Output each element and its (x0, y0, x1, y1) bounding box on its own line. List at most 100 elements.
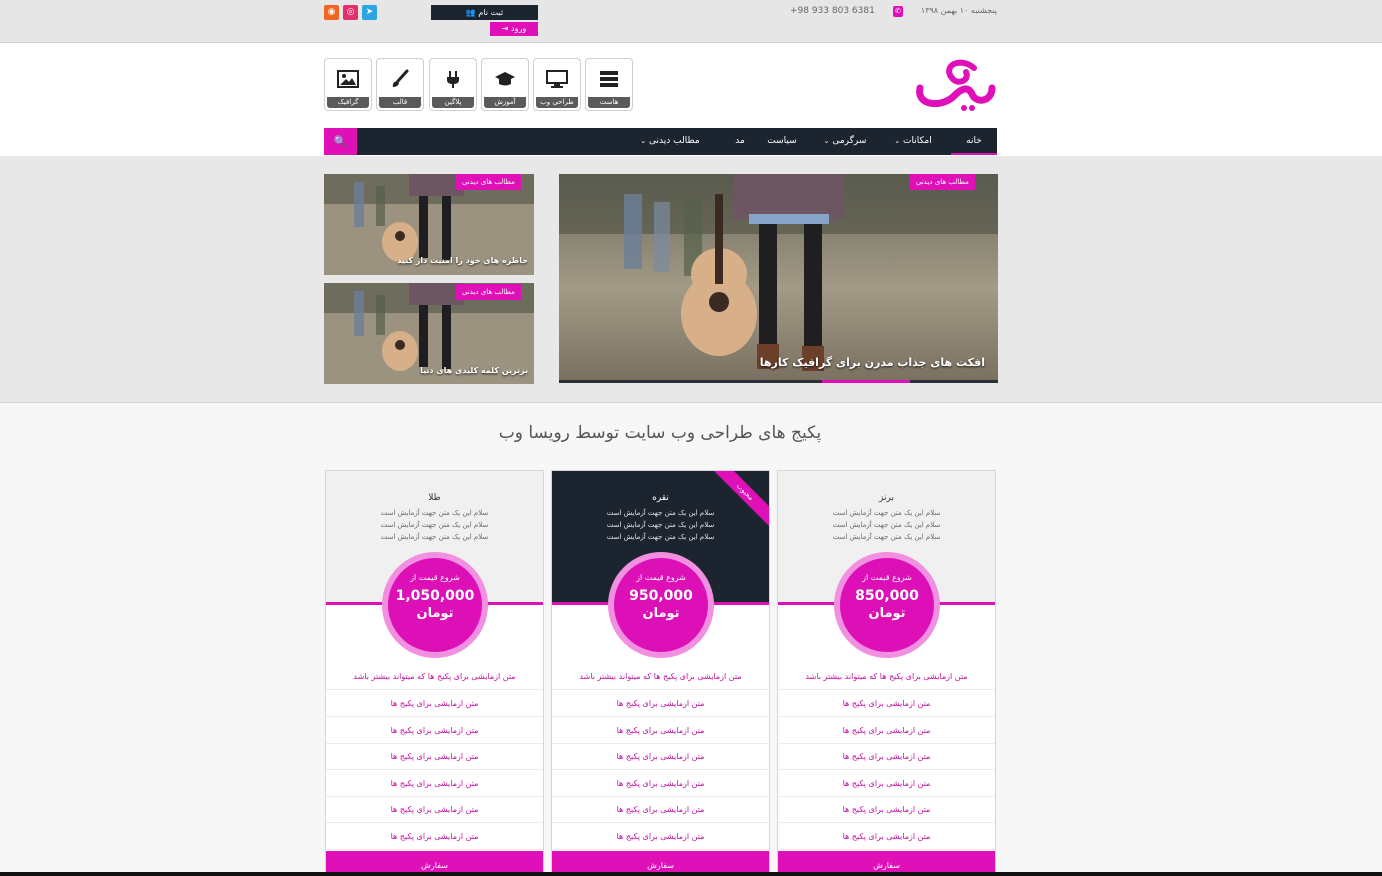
search-icon: 🔍 (333, 135, 348, 148)
instagram-icon[interactable]: ◎ (343, 5, 358, 20)
monitor-icon (534, 65, 580, 93)
plan-price: 850,000 (855, 588, 919, 604)
price-from-label: شروع قیمت از (862, 573, 912, 582)
plan-price: 950,000 (629, 588, 693, 604)
featured-side-caption[interactable]: خاطره های خود را امنیت دار کنید (330, 256, 528, 265)
top-bar (0, 0, 1382, 43)
plan-feature: متن ازمایشی برای پکیج ها (552, 744, 769, 770)
popular-ribbon: محبوب (707, 471, 769, 533)
popular-label: محبوب (707, 471, 769, 533)
featured-side-badge[interactable]: مطالب های دیدنی (456, 174, 521, 190)
login-button[interactable]: ⇥ ورود (490, 22, 538, 36)
register-label: ثبت نام (478, 8, 504, 17)
featured-main-caption[interactable]: افکت های جذاب مدرن برای گرافیک کارها (720, 356, 985, 369)
plan-feature: متن ازمایشی برای پکیج ها (552, 691, 769, 717)
image-icon (325, 65, 371, 93)
graduation-cap-icon (482, 65, 528, 93)
featured-side-caption[interactable]: برترین کلمه کلیدی های دنیا (330, 366, 528, 375)
plan-name: طلا (428, 493, 441, 503)
pricing-plan: نقره سلام این یک متن جهت آزمایش است سلام ا… (551, 470, 770, 876)
plan-name: برنز (879, 493, 894, 503)
price-from-label: شروع قیمت از (636, 573, 686, 582)
chevron-down-icon: ⌄ (823, 137, 830, 145)
price-currency: تومان (868, 606, 906, 621)
plan-feature: متن ازمایشی برای پکیج ها (778, 718, 995, 744)
nav-item-5[interactable]: مطالب دیدنی ⌄ (628, 128, 712, 155)
nav-label: مطالب دیدنی (649, 136, 700, 146)
plan-price: 1,050,000 (395, 588, 475, 604)
plan-feature: متن ازمایشی برای پکیج ها (778, 691, 995, 717)
category-label: هاست (588, 97, 630, 108)
featured-main-post[interactable] (559, 174, 998, 383)
price-currency: تومان (642, 606, 680, 621)
featured-side-badge[interactable]: مطالب های دیدنی (456, 284, 521, 300)
plan-feature: متن ازمایشی برای پکیج ها (552, 824, 769, 850)
category-plug[interactable]: پلاگین (429, 58, 477, 111)
plan-feature: متن ازمایشی برای پکیج ها که میتواند بیشت… (552, 664, 769, 690)
pricing-plan: برنز سلام این یک متن جهت آزمایش است سلام ا… (777, 470, 996, 876)
price-badge: شروع قیمت از 850,000 تومان (840, 558, 934, 652)
server-icon (586, 65, 632, 93)
price-badge: شروع قیمت از 1,050,000 تومان (388, 558, 482, 652)
category-label: قالب (379, 97, 421, 108)
register-button[interactable]: 👥 ثبت نام (431, 5, 538, 20)
plan-feature: متن ازمایشی برای پکیج ها (326, 824, 543, 850)
slider-progress-active[interactable] (822, 380, 910, 383)
user-plus-icon: 👥 (465, 8, 479, 17)
plan-desc: سلام این یک متن جهت آزمایش است (380, 509, 489, 517)
sign-in-icon: ⇥ (501, 24, 512, 33)
plan-feature: متن ازمایشی برای پکیج ها که میتواند بیشت… (778, 664, 995, 690)
bottom-border (0, 872, 1382, 876)
plan-feature: متن ازمایشی برای پکیج ها (326, 797, 543, 823)
plan-desc: سلام این یک متن جهت آزمایش است (832, 521, 941, 529)
nav-item-1[interactable]: امکانات ⌄ (883, 128, 943, 155)
pricing-title: پکیج های طراحی وب سایت توسط رویسا وب (498, 423, 822, 443)
nav-label: سیاست (767, 136, 797, 146)
plan-feature: متن ازمایشی برای پکیج ها (326, 718, 543, 744)
category-image[interactable]: گرافیک (324, 58, 372, 111)
plan-feature: متن ازمایشی برای پکیج ها (552, 718, 769, 744)
plan-feature: متن ازمایشی برای پکیج ها (778, 771, 995, 797)
chevron-down-icon: ⌄ (894, 137, 901, 145)
plan-feature: متن ازمایشی برای پکیج ها (778, 797, 995, 823)
nav-label: سرگرمی (832, 136, 867, 146)
telegram-icon[interactable]: ➤ (362, 5, 377, 20)
nav-item-0[interactable]: خانه (951, 128, 997, 155)
date-text: پنجشنبه ۱۰ بهمن ۱۳۹۸ (920, 6, 997, 15)
plan-feature: متن ازمایشی برای پکیج ها (552, 771, 769, 797)
category-server[interactable]: هاست (585, 58, 633, 111)
category-paintbrush[interactable]: قالب (376, 58, 424, 111)
nav-item-2[interactable]: سرگرمی ⌄ (814, 128, 876, 155)
phone-icon: ✆ (893, 6, 903, 17)
plan-feature: متن ازمایشی برای پکیج ها (552, 797, 769, 823)
plan-feature: متن ازمایشی برای پکیج ها (326, 691, 543, 717)
plan-desc: سلام این یک متن جهت آزمایش است (380, 533, 489, 541)
featured-main-badge[interactable]: مطالب های دیدنی (910, 174, 975, 190)
plan-feature: متن ازمایشی برای پکیج ها (778, 744, 995, 770)
category-label: پلاگین (432, 97, 474, 108)
price-badge: شروع قیمت از 950,000 تومان (614, 558, 708, 652)
phone-number: +98 933 803 6381 (790, 6, 875, 16)
nav-label: مد (735, 136, 745, 146)
plan-desc: سلام این یک متن جهت آزمایش است (606, 533, 715, 541)
category-label: آموزش (484, 97, 526, 108)
slider-progress (559, 380, 998, 383)
category-monitor[interactable]: طراحی وب (533, 58, 581, 111)
plan-desc: سلام این یک متن جهت آزمایش است (832, 533, 941, 541)
site-logo[interactable] (912, 58, 996, 113)
rss-icon[interactable]: ◉ (324, 5, 339, 20)
plug-icon (430, 65, 476, 93)
nav-label: خانه (966, 136, 982, 146)
category-graduation-cap[interactable]: آموزش (481, 58, 529, 111)
category-label: گرافیک (327, 97, 369, 108)
nav-label: امکانات (902, 136, 932, 146)
search-button[interactable]: 🔍 (324, 128, 357, 155)
plan-feature: متن ازمایشی برای پکیج ها (326, 771, 543, 797)
plan-desc: سلام این یک متن جهت آزمایش است (832, 509, 941, 517)
plan-feature: متن ازمایشی برای پکیج ها (778, 824, 995, 850)
pricing-plan: طلا سلام این یک متن جهت آزمایش است سلام ای… (325, 470, 544, 876)
plan-feature: متن ازمایشی برای پکیج ها که میتواند بیشت… (326, 664, 543, 690)
nav-item-4[interactable]: مد (728, 128, 752, 155)
chevron-down-icon: ⌄ (640, 137, 647, 145)
nav-item-3[interactable]: سیاست (760, 128, 804, 155)
